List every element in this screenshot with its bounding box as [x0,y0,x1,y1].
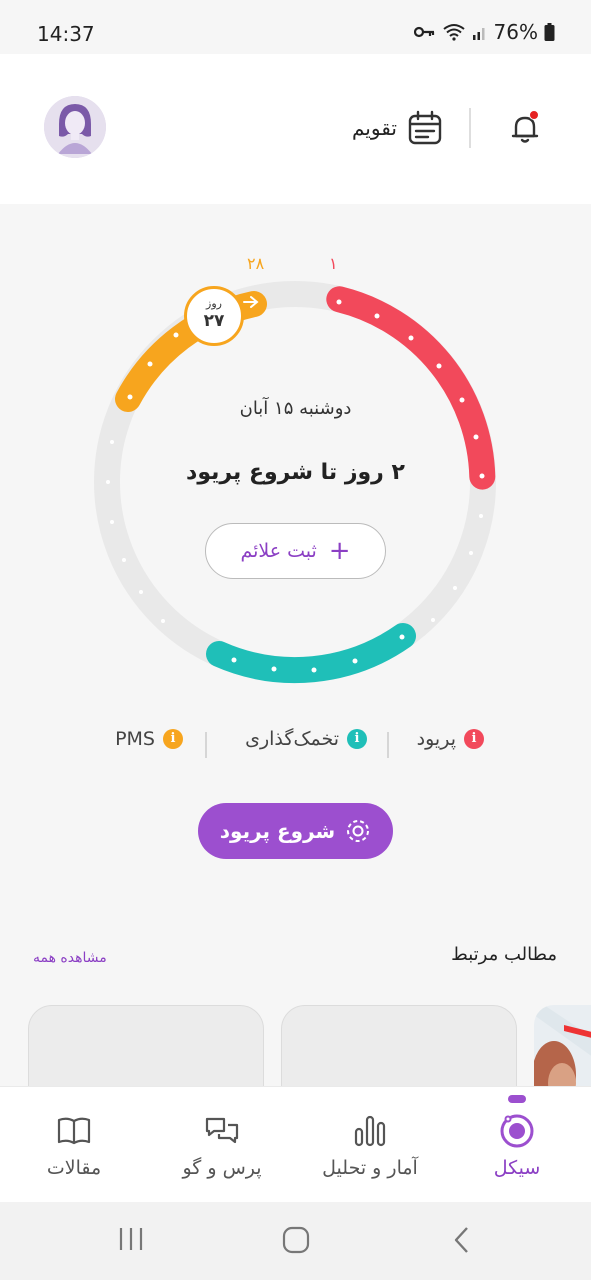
home-icon [282,1226,310,1254]
log-symptoms-button[interactable]: + ثبت علائم [205,523,386,579]
legend-period-label: پریود [416,728,456,750]
cycle-legend: i پریود i تخمک‌گذاری i PMS [0,728,591,760]
status-icons: 76% [413,20,555,44]
tab-stats[interactable]: آمار و تحلیل [300,1087,440,1203]
avatar[interactable] [44,96,106,158]
related-title: مطالب مرتبط [451,944,557,965]
tab-cycle[interactable]: سیکل [447,1087,587,1203]
cycle-day-28-label: ۲۸ [247,254,265,273]
bar-chart-icon [354,1115,386,1147]
bottom-nav: سیکل آمار و تحلیل پرس و گو مقالات [0,1086,591,1202]
log-symptoms-label: ثبت علائم [240,540,317,562]
ovulation-arc [206,623,416,684]
book-icon [57,1117,91,1145]
tab-stats-label: آمار و تحلیل [322,1157,418,1179]
legend-pms[interactable]: i PMS [115,728,183,750]
start-period-label: شروع پریود [219,819,336,843]
day-badge-value: ۲۷ [203,311,225,331]
legend-divider [205,732,207,758]
notification-dot [529,110,539,120]
period-countdown: ۲ روز تا شروع پریود [186,460,405,485]
battery-icon [544,23,555,41]
key-icon [413,26,434,38]
home-button[interactable] [282,1226,310,1258]
tab-cycle-label: سیکل [493,1157,541,1179]
recents-icon [119,1228,143,1250]
legend-ovulation-label: تخمک‌گذاری [245,728,339,750]
cycle-day-1-label: ۱ [329,254,338,273]
current-day-badge: روز ۲۷ [184,286,244,346]
system-nav-bar [0,1202,591,1280]
recents-button[interactable] [117,1226,145,1256]
legend-ovulation[interactable]: i تخمک‌گذاری [245,728,367,750]
day-badge-label: روز [206,297,222,310]
calendar-label: تقویم [352,116,397,140]
tab-qa-label: پرس و گو [182,1157,262,1179]
plus-icon: + [328,536,351,566]
calendar-button[interactable]: تقویم [352,108,443,148]
status-time: 14:37 [37,22,95,46]
signal-icon [472,28,485,40]
cycle-icon [500,1114,534,1148]
tab-qa[interactable]: پرس و گو [152,1087,292,1203]
current-date: دوشنبه ۱۵ آبان [239,398,352,419]
back-button[interactable] [452,1226,472,1258]
legend-divider [387,732,389,758]
period-arc [326,286,496,490]
legend-pms-label: PMS [115,728,155,750]
start-period-button[interactable]: شروع پریود [198,803,393,859]
info-icon: i [464,729,484,749]
cycle-section: ۲۸ ۱ روز ۲۷ دوشنبه ۱۵ آبان ۲ روز تا شروع… [0,240,591,700]
notifications-button[interactable] [507,110,543,146]
legend-period[interactable]: i پریود [417,728,484,750]
wifi-icon [442,24,465,41]
info-icon: i [163,729,183,749]
back-icon [454,1227,468,1253]
app-header: تقویم [0,54,591,204]
cycle-start-icon [347,820,370,842]
tab-articles-label: مقالات [46,1157,102,1179]
chat-icon [205,1117,239,1144]
tab-articles[interactable]: مقالات [4,1087,144,1203]
battery-percent: 76% [493,20,538,44]
status-bar: 14:37 76% [0,0,591,54]
info-icon: i [347,729,367,749]
calendar-icon [408,110,442,145]
see-all-link[interactable]: مشاهده همه [33,950,107,966]
header-divider [469,108,471,148]
